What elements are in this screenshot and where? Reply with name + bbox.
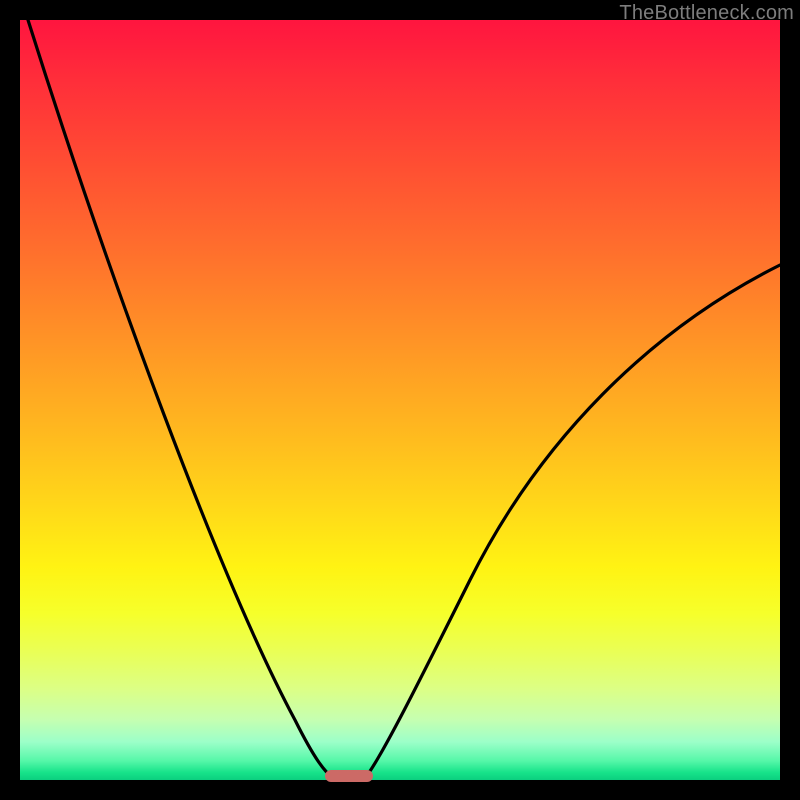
watermark-text: TheBottleneck.com <box>619 2 794 25</box>
bottleneck-marker <box>325 770 373 782</box>
bottleneck-curve <box>20 20 780 780</box>
curve-right-branch <box>365 265 780 778</box>
chart-frame <box>20 20 780 780</box>
curve-left-branch <box>28 20 333 778</box>
